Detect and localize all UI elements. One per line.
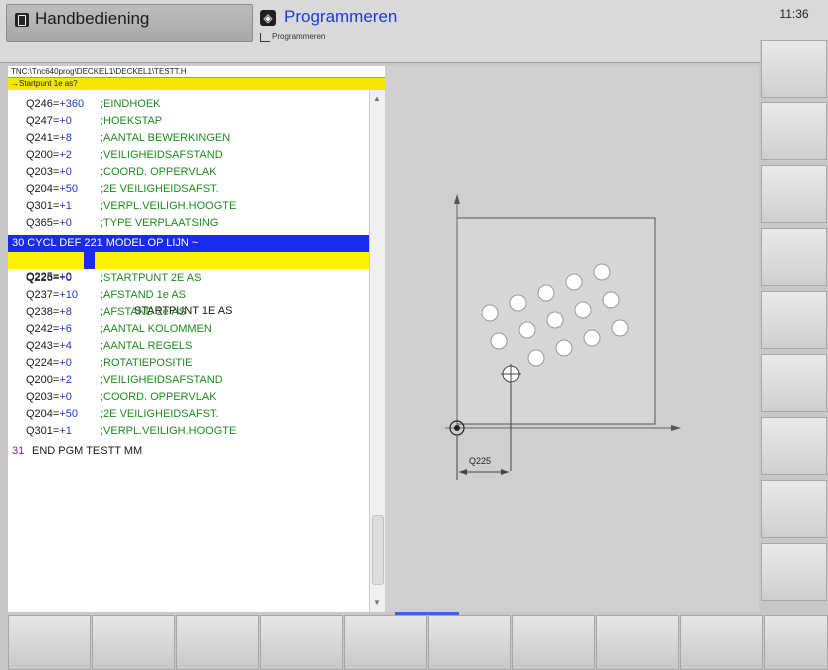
softkey-right-5[interactable]: [761, 291, 827, 349]
softkey-bottom-9[interactable]: [680, 615, 763, 670]
program-line-end[interactable]: 31 END PGM TESTT MM: [8, 443, 369, 460]
softkey-bottom-1[interactable]: [8, 615, 91, 670]
program-line-active[interactable]: Q225=+0 STARTPUNT 1E AS: [8, 252, 369, 317]
program-line[interactable]: Q365=+0 ;TYPE VERPLAATSING: [8, 215, 369, 232]
program-block-selected[interactable]: 30 CYCL DEF 221 MODEL OP LIJN ~: [8, 235, 369, 252]
scroll-thumb[interactable]: [372, 515, 384, 585]
program-line[interactable]: Q241=+8 ;AANTAL BEWERKINGEN: [8, 130, 369, 147]
program-line[interactable]: Q203=+0 ;COORD. OPPERVLAK: [8, 164, 369, 181]
programming-mode-icon: ◈: [260, 10, 276, 26]
softkey-right-6[interactable]: [761, 354, 827, 412]
edit-cursor: [84, 252, 95, 269]
cycle-help-graphic: Q225: [385, 66, 759, 612]
softkey-right-9[interactable]: [761, 543, 827, 601]
x-axis-arrow: [671, 425, 681, 431]
program-scrollbar[interactable]: ▲ ▼: [369, 90, 385, 612]
program-line[interactable]: Q246=+360 ;EINDHOEK: [8, 96, 369, 113]
program-line[interactable]: Q242=+6 ;AANTAL KOLOMMEN: [8, 321, 369, 338]
scroll-down-icon[interactable]: ▼: [373, 598, 381, 607]
softkey-right-4[interactable]: [761, 228, 827, 286]
dimension-label: Q225: [469, 456, 491, 466]
program-line[interactable]: Q203=+0 ;COORD. OPPERVLAK: [8, 389, 369, 406]
input-prompt: →Startpunt 1e as?: [8, 78, 385, 90]
softkey-bottom-7[interactable]: [512, 615, 595, 670]
softkey-right-1[interactable]: [761, 40, 827, 98]
softkey-bottom-6[interactable]: [428, 615, 511, 670]
softkey-bottom-8[interactable]: [596, 615, 679, 670]
softkey-right-7[interactable]: [761, 417, 827, 475]
program-line[interactable]: Q200=+2 ;VEILIGHEIDSAFSTAND: [8, 147, 369, 164]
softkey-bottom-4[interactable]: [260, 615, 343, 670]
program-line[interactable]: Q238=+8 ;AFSTAND 2e AS: [8, 304, 369, 321]
softkey-right-3[interactable]: [761, 165, 827, 223]
program-line[interactable]: Q200=+2 ;VEILIGHEIDSAFSTAND: [8, 372, 369, 389]
y-axis-arrow: [454, 194, 460, 204]
softkey-bottom-10[interactable]: [764, 615, 828, 670]
clock: 11:36: [760, 0, 828, 40]
softkey-right-8[interactable]: [761, 480, 827, 538]
program-line[interactable]: Q247=+0 ;HOEKSTAP: [8, 113, 369, 130]
mode-right-sub: Programmeren: [272, 32, 326, 41]
manual-mode-icon: [15, 13, 29, 27]
program-line[interactable]: Q301=+1 ;VERPL.VEILIGH.HOOGTE: [8, 198, 369, 215]
program-editor[interactable]: Q246=+360 ;EINDHOEK Q247=+0 ;HOEKSTAP Q241…: [8, 90, 369, 612]
scroll-up-icon[interactable]: ▲: [373, 94, 381, 103]
mode-manual-button[interactable]: Handbediening: [6, 4, 253, 42]
program-line[interactable]: Q301=+1 ;VERPL.VEILIGH.HOOGTE: [8, 423, 369, 440]
program-path: TNC:\Tnc640prog\DECKEL1\DECKEL1\TESTT.H: [8, 66, 385, 78]
program-line[interactable]: Q204=+50 ;2E VEILIGHEIDSAFST.: [8, 181, 369, 198]
softkey-right-2[interactable]: [761, 102, 827, 160]
pattern-diagram: Q225: [445, 194, 681, 480]
folder-icon: [260, 33, 270, 42]
softkey-bottom-3[interactable]: [176, 615, 259, 670]
softkey-bottom-2[interactable]: [92, 615, 175, 670]
program-line[interactable]: Q243=+4 ;AANTAL REGELS: [8, 338, 369, 355]
softkey-bottom-5[interactable]: [344, 615, 427, 670]
mode-left-label: Handbediening: [35, 9, 150, 28]
mode-programming[interactable]: ◈ Programmeren Programmeren: [256, 4, 756, 44]
program-line[interactable]: Q224=+0 ;ROTATIEPOSITIE: [8, 355, 369, 372]
mode-right-label: Programmeren: [284, 7, 398, 26]
program-line[interactable]: Q226=+0 ;STARTPUNT 2E AS: [8, 270, 369, 287]
program-line[interactable]: Q204=+50 ;2E VEILIGHEIDSAFST.: [8, 406, 369, 423]
program-line[interactable]: Q237=+10 ;AFSTAND 1e AS: [8, 287, 369, 304]
